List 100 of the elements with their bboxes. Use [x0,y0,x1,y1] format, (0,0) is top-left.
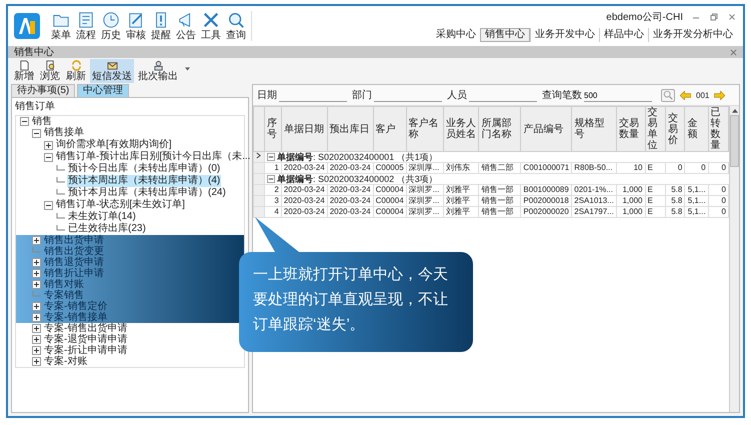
center-tab[interactable]: 业务开发中心 [530,28,599,42]
column-header[interactable]: 客户 [373,106,406,152]
close-button[interactable] [730,48,737,56]
toolbar-button[interactable]: 工具 [200,11,222,41]
column-header[interactable]: 规格型号 [572,106,616,152]
row-indicator[interactable] [254,152,264,162]
expander-icon[interactable] [32,357,41,366]
column-header[interactable]: 交易单位 [645,106,666,152]
tree-line-icon [56,188,65,198]
table-cell: 0 [684,162,708,174]
center-tab[interactable]: 采购中心 [432,28,480,42]
tree-item[interactable]: 未生效订单(14) [67,211,137,223]
column-header[interactable]: 已转数量 [708,106,728,152]
action-button[interactable]: 浏览 [38,59,62,83]
center-tab[interactable]: 业务开发分析中心 [648,28,737,42]
filter-label: 人员 [447,89,467,102]
column-header[interactable]: 产品编号 [520,106,572,152]
expander-icon[interactable] [32,236,41,245]
expander-icon[interactable] [32,313,41,322]
tree-item[interactable]: 预计本周出库（未转出库申请）(4) [67,175,222,187]
tree-item[interactable]: 销售订单-状态别[未生效订单] [55,199,186,211]
expander-icon[interactable] [32,280,41,289]
action-button[interactable]: 批次输出 [136,59,180,83]
table-cell: 刘雅平 [443,184,479,196]
filter-label: 查询笔数 [542,88,582,102]
search-button[interactable] [661,88,675,102]
action-button[interactable]: 刷新 [64,59,88,83]
group-title: 单据编号: S02020032400002 （共3项） [277,174,438,184]
expander-icon[interactable] [32,335,41,344]
column-header[interactable]: 序号 [264,106,282,152]
scroll-up-icon[interactable] [732,108,738,113]
expander-icon[interactable] [267,153,275,161]
tree-item[interactable]: 询价需求单[有效期内询价] [55,139,173,151]
tree-line-icon [56,212,65,222]
expander-icon[interactable] [32,128,41,138]
table-cell: P002000020 [520,206,572,218]
toolbar-button[interactable]: 历史 [100,11,122,41]
column-header[interactable]: 单据日期 [281,106,328,152]
tree-item[interactable]: 专案-折让申请申请 [43,344,128,356]
close-button[interactable] [727,12,737,22]
group-title: 单据编号: S02020032400001 （共1项） [277,152,438,162]
center-tab[interactable]: 销售中心 [480,28,530,42]
expander-icon[interactable] [44,200,53,210]
center-tab[interactable]: 样品中心 [599,28,648,42]
expander-icon[interactable] [32,302,41,311]
next-arrow-icon[interactable] [714,90,726,100]
column-header[interactable]: 所属部门名称 [478,106,521,152]
action-button[interactable]: 短信发送 [90,59,134,83]
expander-icon[interactable] [32,269,41,278]
table-cell: 销售一部 [478,184,521,196]
dropdown-arrow-icon[interactable] [185,67,190,71]
table-cell: 0 [665,162,685,174]
tree-item[interactable]: 销售 [31,116,53,128]
table-cell: C00004 [373,196,406,206]
close-icon [730,48,737,56]
tree-item[interactable]: 预计本月出库（未转出库申请）(24) [67,187,227,199]
tree-item[interactable]: 销售接单 [43,127,85,139]
expander-icon[interactable] [20,117,29,126]
expander-icon[interactable] [32,258,41,267]
toolbar-button[interactable]: 菜单 [50,11,72,41]
previous-arrow-icon[interactable] [680,90,691,100]
table-cell: 2020-03-24 [281,184,328,196]
table-cell: 2020-03-24 [281,206,328,218]
column-header[interactable]: 业务人员姓名 [443,106,479,152]
panel-tab[interactable]: 待办事项(5) [11,84,76,97]
toolbar-button[interactable]: 提醒 [150,11,172,41]
column-header[interactable]: 交易数量 [616,106,645,152]
tree-item[interactable]: 已生效待出库(23) [67,223,147,235]
toolbar-button[interactable]: 公告 [175,11,197,41]
scrollbar[interactable] [729,106,739,412]
table-cell: C00005 [373,162,406,174]
expander-icon[interactable] [32,346,41,355]
column-header[interactable]: 金额 [684,106,708,152]
restore-button[interactable] [709,12,719,22]
table-cell: B001000089 [520,184,572,196]
logo-icon [14,13,40,39]
column-header[interactable]: 交易价 [665,106,685,152]
tree-item[interactable]: 专案-对账 [43,356,88,368]
column-header[interactable]: 预出库日 [327,106,374,152]
toolbar-button[interactable]: 审核 [125,11,147,41]
scrollbar-thumb[interactable] [730,115,739,167]
page-number: 001 [696,90,710,100]
input-field[interactable]: 500 [584,90,652,102]
tree-item[interactable]: 专案-销售出货申请 [43,322,128,334]
expander-icon[interactable] [44,152,53,162]
search-icon [663,90,673,100]
expander-icon[interactable] [44,140,53,150]
toolbar-button[interactable]: 查询 [225,11,247,41]
expander-icon[interactable] [267,175,275,183]
action-button[interactable]: 新增 [12,59,36,83]
expander-icon[interactable] [32,324,41,333]
panel-tab[interactable]: 中心管理 [77,84,130,97]
tree-item[interactable]: 销售订单-预计出库日别[预计今日出库（未... [55,151,252,163]
tree-item[interactable]: 预计今日出库（未转出库申请）(0) [67,163,222,175]
tree-item[interactable]: 专案-退货申请申请 [43,334,128,346]
column-header[interactable]: 客户名称 [406,106,444,152]
table-cell: 5,1... [684,196,708,206]
table-cell: E [645,184,666,196]
toolbar-button[interactable]: 流程 [75,11,97,41]
refresh-icon [70,60,82,71]
